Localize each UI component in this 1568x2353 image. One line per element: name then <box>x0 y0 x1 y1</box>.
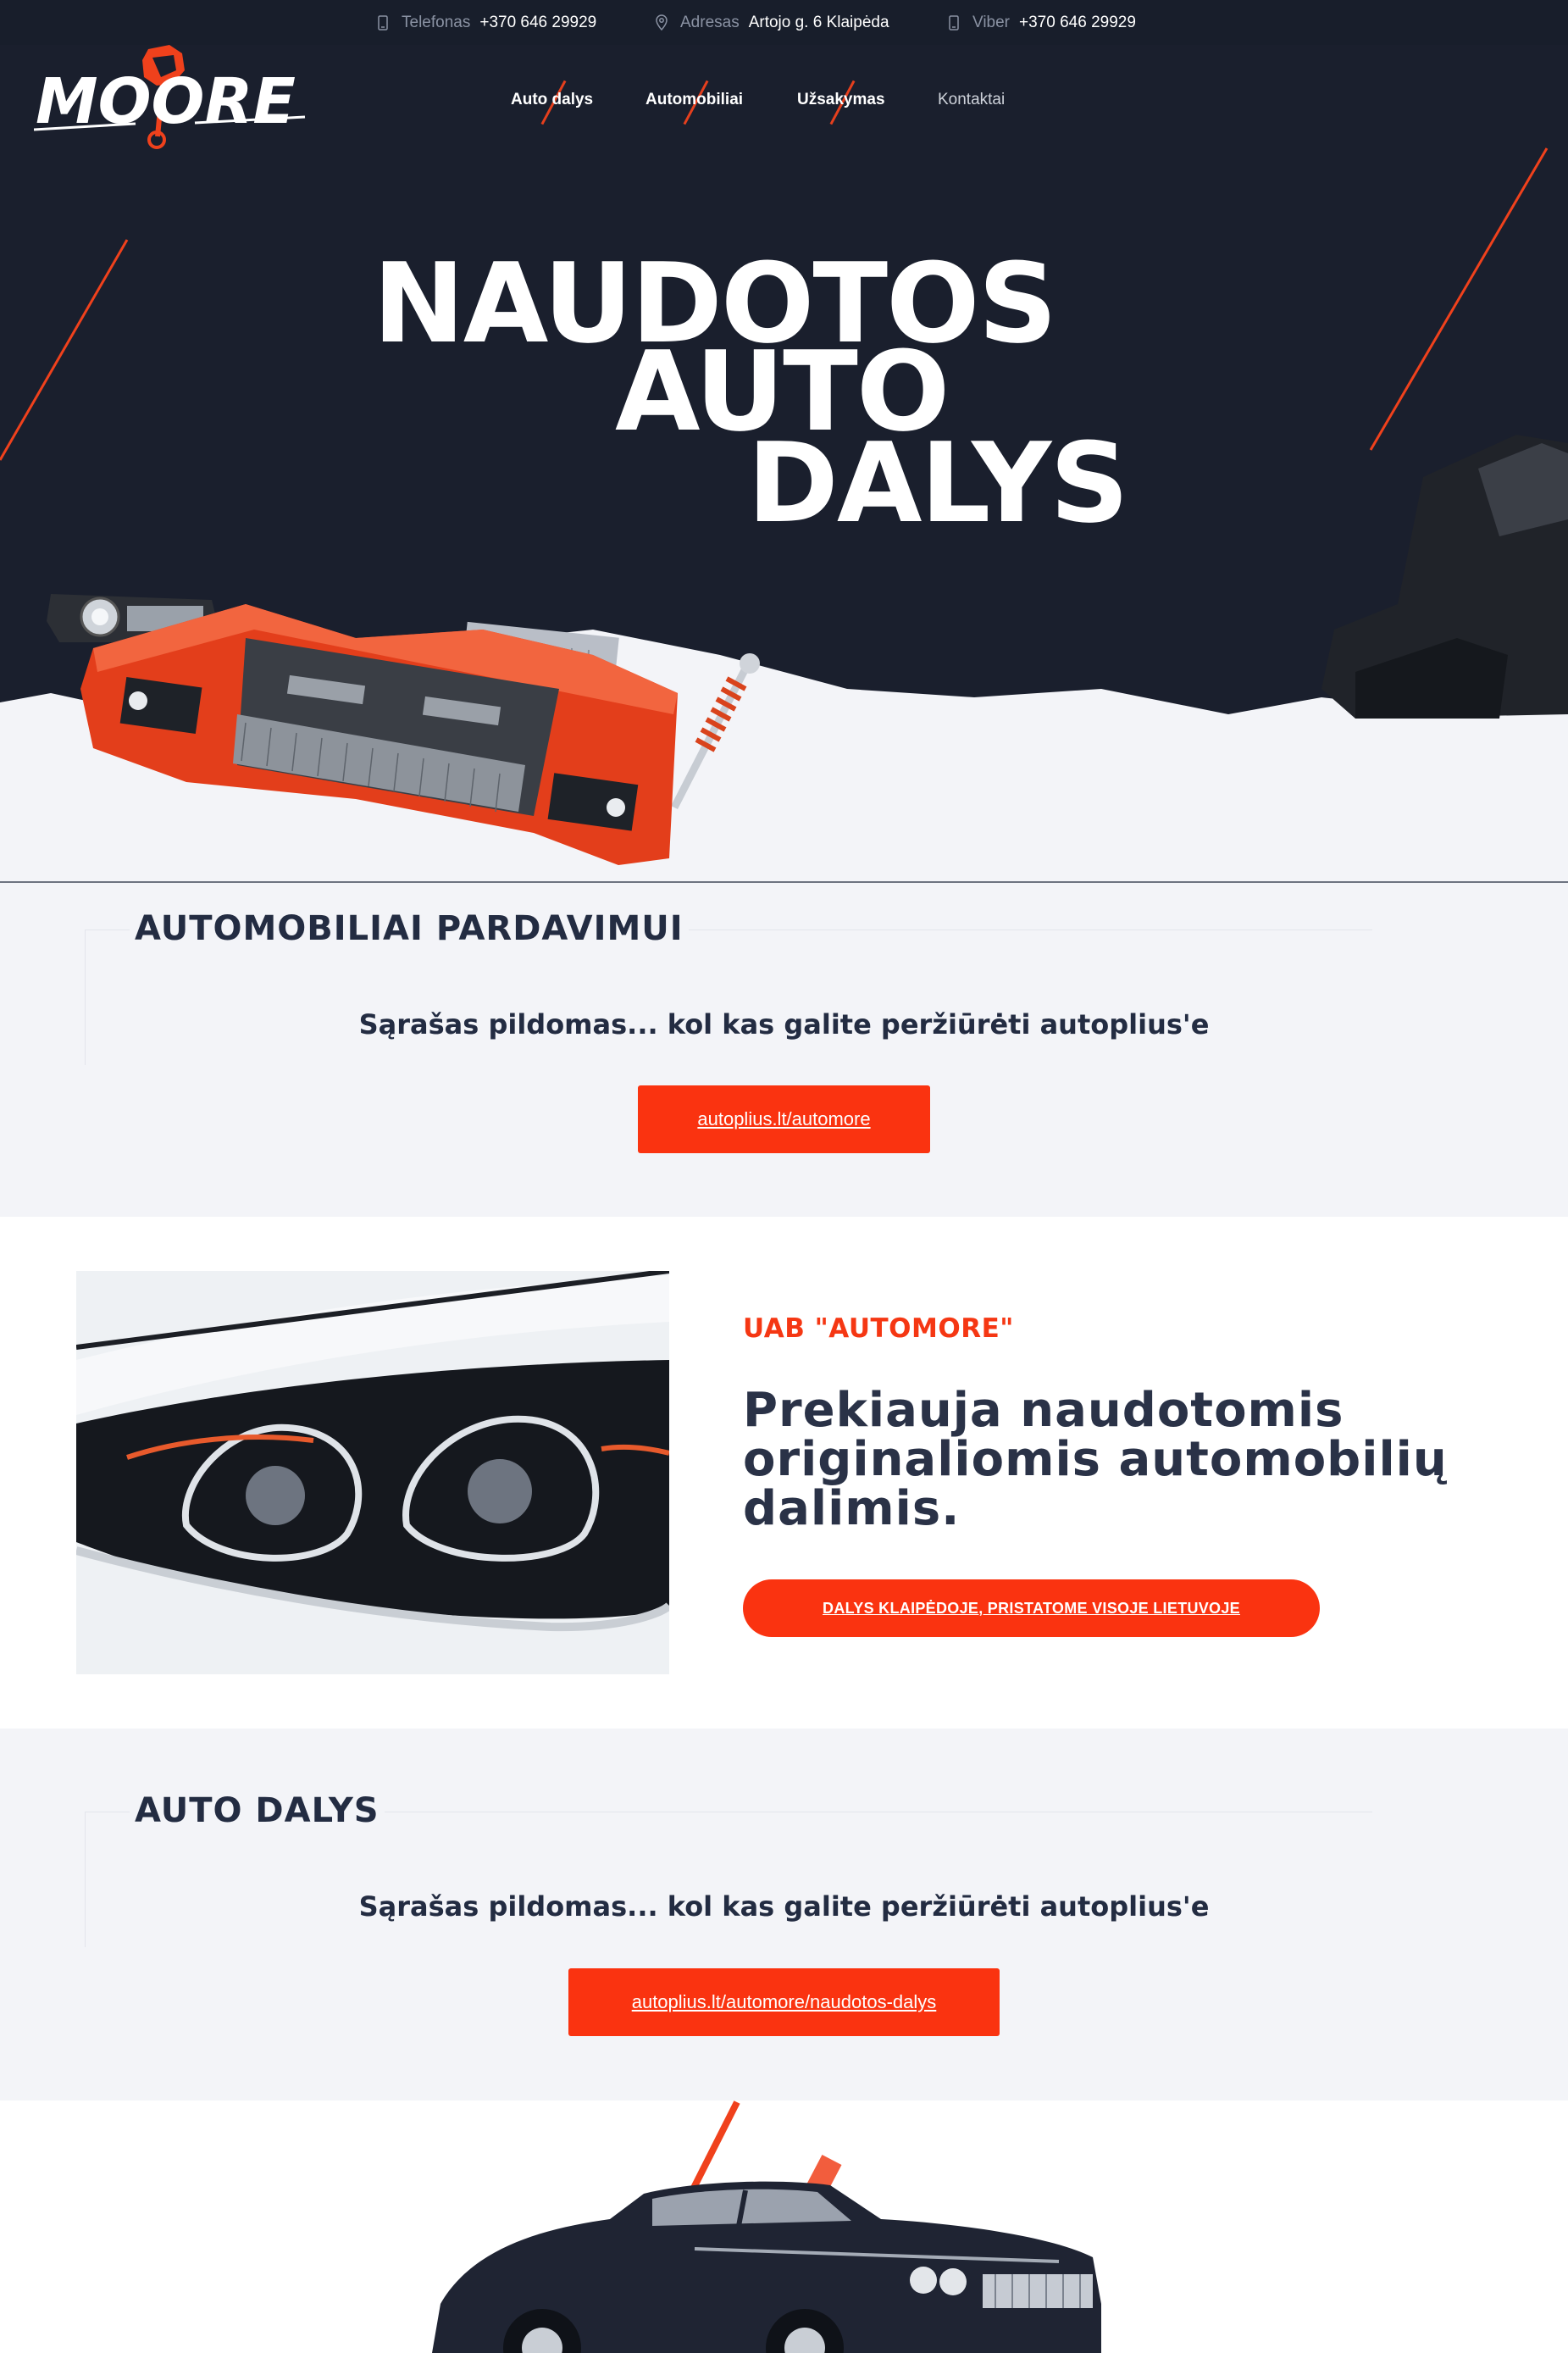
main-nav: Auto dalys Automobiliai Užsakymas Kontak… <box>0 80 1568 125</box>
nav-label: Kontaktai <box>938 91 1006 108</box>
phone-icon <box>374 14 391 32</box>
cars-for-sale-section: AUTOMOBILIAI PARDAVIMUI Sąrašas pildomas… <box>0 881 1568 1217</box>
viber-contact[interactable]: Viber +370 646 29929 <box>945 0 1136 45</box>
address-contact: Adresas Artojo g. 6 Klaipėda <box>653 0 889 45</box>
autoplius-parts-button[interactable]: autoplius.lt/automore/naudotos-dalys <box>568 1968 1000 2036</box>
address-value: Artojo g. 6 Klaipėda <box>748 13 889 31</box>
headlight-image <box>76 1271 669 1674</box>
nav-item-uzsakymas[interactable]: Užsakymas <box>797 80 885 125</box>
location-pin-icon <box>653 14 670 32</box>
viber-label: Viber <box>972 13 1011 31</box>
phone-value[interactable]: +370 646 29929 <box>479 14 596 32</box>
nav-label: Auto dalys <box>511 91 594 108</box>
section-subtitle: Sąrašas pildomas... kol kas galite perži… <box>358 1008 1210 1041</box>
phone-icon <box>945 14 962 32</box>
phone-contact[interactable]: Telefonas +370 646 29929 <box>374 0 596 45</box>
section-title: AUTO DALYS <box>130 1791 385 1830</box>
auto-parts-section: AUTO DALYS Sąrašas pildomas... kol kas g… <box>0 1729 1568 2100</box>
nav-item-automobiliai[interactable]: Automobiliai <box>645 80 744 125</box>
about-section: UAB "AUTOMORE" Prekiauja naudotomis orig… <box>0 1217 1568 1729</box>
classic-car-section <box>0 2100 1568 2353</box>
phone-label: Telefonas <box>402 13 471 31</box>
nav-item-kontaktai[interactable]: Kontaktai <box>938 83 1005 117</box>
hero-section: MOORE Auto dalys Automobiliai Užsakymas … <box>0 45 1568 881</box>
autoplius-cars-button[interactable]: autoplius.lt/automore <box>638 1085 930 1153</box>
delivery-cta-button[interactable]: DALYS KLAIPĖDOJE, PRISTATOME VISOJE LIET… <box>743 1579 1320 1637</box>
company-name: UAB "AUTOMORE" <box>743 1313 1014 1344</box>
hero-title-line-3: DALYS <box>747 419 1129 547</box>
about-headline: Prekiauja naudotomis originaliomis autom… <box>743 1383 1448 1536</box>
nav-item-auto-dalys[interactable]: Auto dalys <box>511 80 594 125</box>
title-frame <box>85 930 136 1065</box>
viber-value[interactable]: +370 646 29929 <box>1019 14 1136 32</box>
section-title: AUTOMOBILIAI PARDAVIMUI <box>130 909 689 948</box>
classic-car-illustration <box>432 2100 1101 2353</box>
nav-label: Užsakymas <box>797 91 885 108</box>
address-label: Adresas <box>680 13 740 31</box>
section-divider <box>0 881 1568 883</box>
nav-label: Automobiliai <box>645 91 744 108</box>
title-frame <box>85 1812 136 1947</box>
contact-bar: Telefonas +370 646 29929 Adresas Artojo … <box>0 0 1568 45</box>
section-subtitle: Sąrašas pildomas... kol kas galite perži… <box>358 1890 1210 1923</box>
